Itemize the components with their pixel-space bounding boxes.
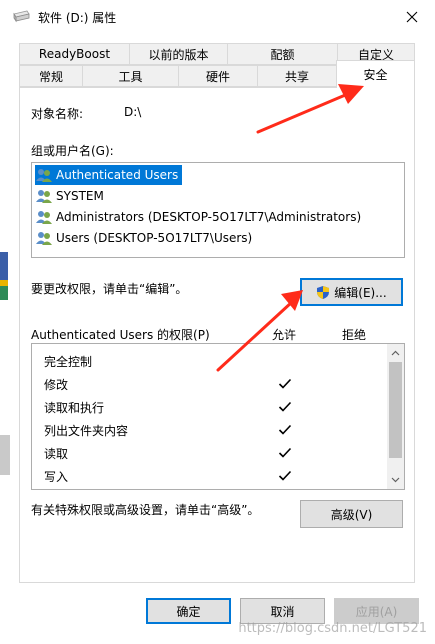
tab-sharing[interactable]: 共享 xyxy=(257,65,337,87)
scroll-down-icon[interactable] xyxy=(391,475,400,484)
change-permissions-hint: 要更改权限，请单击“编辑”。 xyxy=(31,282,188,296)
scroll-up-icon[interactable] xyxy=(391,349,400,358)
advanced-hint: 有关特殊权限或高级设置，请单击“高级”。 xyxy=(31,503,260,517)
users-group-icon xyxy=(36,190,52,203)
edit-button[interactable]: 编辑(E)... xyxy=(300,278,403,306)
permission-read: 读取 xyxy=(44,447,69,461)
title-bar: 软件 (D:) 属性 xyxy=(0,0,435,34)
scroll-thumb[interactable] xyxy=(389,362,402,458)
tab-previous-versions[interactable]: 以前的版本 xyxy=(129,43,228,65)
permission-read-execute: 读取和执行 xyxy=(44,401,105,415)
users-group-icon xyxy=(36,232,52,245)
user-label: Users (DESKTOP-5O17LT7\Users) xyxy=(56,231,253,245)
groups-label: 组或用户名(G): xyxy=(31,144,114,158)
tab-security[interactable]: 安全 xyxy=(336,60,415,88)
user-label: Administrators (DESKTOP-5O17LT7\Administ… xyxy=(56,210,362,224)
permission-list-folder: 列出文件夹内容 xyxy=(44,424,129,438)
close-icon xyxy=(406,11,418,23)
list-item-administrators[interactable]: Administrators (DESKTOP-5O17LT7\Administ… xyxy=(35,207,365,227)
tab-tools[interactable]: 工具 xyxy=(82,65,179,87)
check-icon xyxy=(278,424,292,435)
ok-button[interactable]: 确定 xyxy=(146,598,231,624)
allow-header: 允许 xyxy=(272,328,297,342)
advanced-button[interactable]: 高级(V) xyxy=(300,500,403,528)
list-item-users[interactable]: Users (DESKTOP-5O17LT7\Users) xyxy=(35,228,256,248)
users-group-icon xyxy=(36,169,52,182)
list-item-authenticated-users[interactable]: Authenticated Users xyxy=(35,165,183,185)
permission-modify: 修改 xyxy=(44,378,69,392)
check-icon xyxy=(278,378,292,389)
check-icon xyxy=(278,470,292,481)
users-group-icon xyxy=(36,211,52,224)
drive-icon xyxy=(13,10,30,23)
shield-icon xyxy=(317,285,330,299)
permissions-list[interactable]: 完全控制 修改 读取和执行 列出文件夹内容 读取 写入 xyxy=(31,343,405,490)
permissions-scrollbar[interactable] xyxy=(387,344,404,489)
deny-header: 拒绝 xyxy=(342,328,367,342)
permission-full-control: 完全控制 xyxy=(44,355,93,369)
object-name-label: 对象名称: xyxy=(31,107,84,121)
check-icon xyxy=(278,401,292,412)
watermark: https://blog.csdn.net/LGT521 xyxy=(238,621,427,636)
object-name-value: D:\ xyxy=(124,105,142,119)
window-title: 软件 (D:) 属性 xyxy=(38,11,117,25)
close-button[interactable] xyxy=(389,0,435,34)
edit-button-label: 编辑(E)... xyxy=(334,285,387,300)
permissions-header: Authenticated Users 的权限(P) xyxy=(31,328,210,342)
check-icon xyxy=(278,447,292,458)
tab-readyboost[interactable]: ReadyBoost xyxy=(19,43,130,65)
tab-hardware[interactable]: 硬件 xyxy=(178,65,258,87)
list-item-system[interactable]: SYSTEM xyxy=(35,186,108,206)
user-label: SYSTEM xyxy=(56,189,104,203)
background-desktop-edge xyxy=(0,230,12,530)
tab-general[interactable]: 常规 xyxy=(19,65,83,87)
users-list[interactable]: Authenticated Users SYSTEM Administrator… xyxy=(31,162,405,258)
tab-quota[interactable]: 配额 xyxy=(227,43,338,65)
user-label: Authenticated Users xyxy=(56,168,179,182)
permission-write: 写入 xyxy=(44,470,69,484)
